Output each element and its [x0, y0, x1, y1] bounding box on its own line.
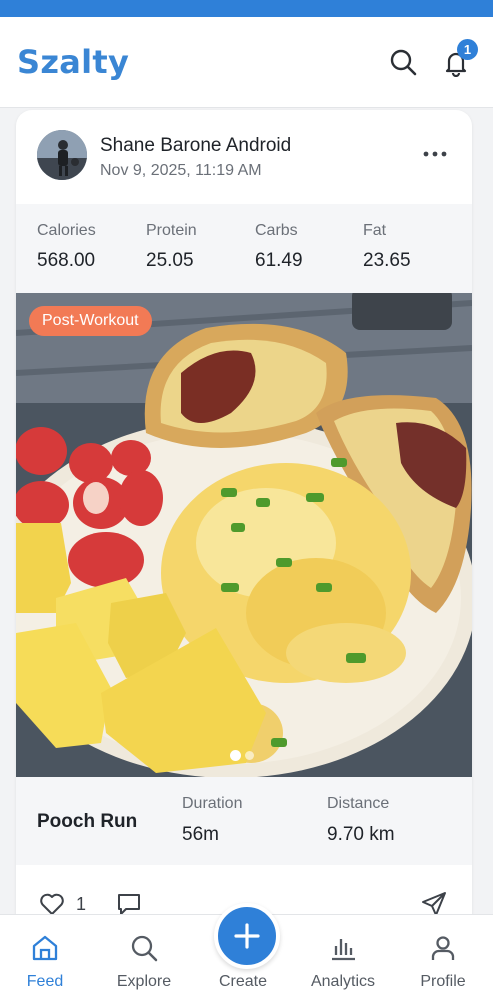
macro-carbs: Carbs 61.49: [255, 222, 303, 272]
macro-calories: Calories 568.00: [37, 222, 96, 272]
post-card: Shane Barone Android Nov 9, 2025, 11:19 …: [16, 110, 472, 940]
stat-label: Distance: [327, 795, 390, 812]
macro-label: Protein: [146, 222, 197, 239]
macros-panel: Calories 568.00 Protein 25.05 Carbs 61.4…: [16, 204, 472, 293]
macro-label: Carbs: [255, 222, 298, 239]
nav-profile[interactable]: Profile: [398, 915, 488, 1001]
more-options-icon[interactable]: [420, 144, 450, 164]
person-icon: [431, 936, 455, 960]
post-timestamp: Nov 9, 2025, 11:19 AM: [100, 162, 262, 179]
stat-value: 9.70 km: [327, 824, 395, 845]
nav-explore[interactable]: Explore: [99, 915, 189, 1001]
nav-feed[interactable]: Feed: [0, 915, 90, 1001]
macro-fat: Fat 23.65: [363, 222, 411, 272]
macro-value: 568.00: [37, 250, 96, 271]
search-icon[interactable]: [388, 47, 418, 77]
search-icon: [131, 935, 158, 962]
linked-workout[interactable]: Pooch Run Duration 56m Distance 9.70 km: [16, 777, 472, 865]
photo-carousel-indicator: [230, 750, 254, 761]
nav-label: Profile: [420, 973, 466, 990]
macro-label: Calories: [37, 222, 96, 239]
nav-label: Create: [218, 973, 268, 990]
status-bar: [0, 0, 493, 17]
macro-value: 61.49: [255, 250, 303, 271]
user-name[interactable]: Shane Barone Android: [100, 135, 291, 157]
stat-value: 56m: [182, 824, 219, 845]
stat-label: Duration: [182, 795, 243, 812]
create-button[interactable]: [214, 903, 280, 969]
app-title: Szalty: [17, 43, 130, 81]
nav-label: Analytics: [310, 973, 376, 990]
meal-photo[interactable]: Post-Workout: [16, 293, 472, 777]
macro-value: 23.65: [363, 250, 411, 271]
workout-duration: Duration 56m: [182, 795, 242, 846]
avatar[interactable]: [37, 130, 87, 180]
meal-tag: Post-Workout: [29, 306, 152, 336]
nav-label: Explore: [116, 973, 172, 990]
nav-analytics[interactable]: Analytics: [298, 915, 388, 1001]
app-header: Szalty 1: [0, 17, 493, 108]
home-icon: [32, 935, 58, 961]
nav-label: Feed: [26, 973, 64, 990]
carousel-dot-active[interactable]: [230, 750, 241, 761]
carousel-dot[interactable]: [245, 751, 254, 760]
macro-value: 25.05: [146, 250, 194, 271]
bar-chart-icon: [332, 939, 355, 961]
macro-label: Fat: [363, 222, 387, 239]
notification-badge: 1: [457, 39, 478, 60]
plus-icon: [234, 923, 260, 949]
workout-distance: Distance 9.70 km: [327, 795, 395, 846]
macro-protein: Protein 25.05: [146, 222, 197, 272]
workout-name: Pooch Run: [37, 811, 138, 832]
like-count: 1: [76, 894, 87, 914]
